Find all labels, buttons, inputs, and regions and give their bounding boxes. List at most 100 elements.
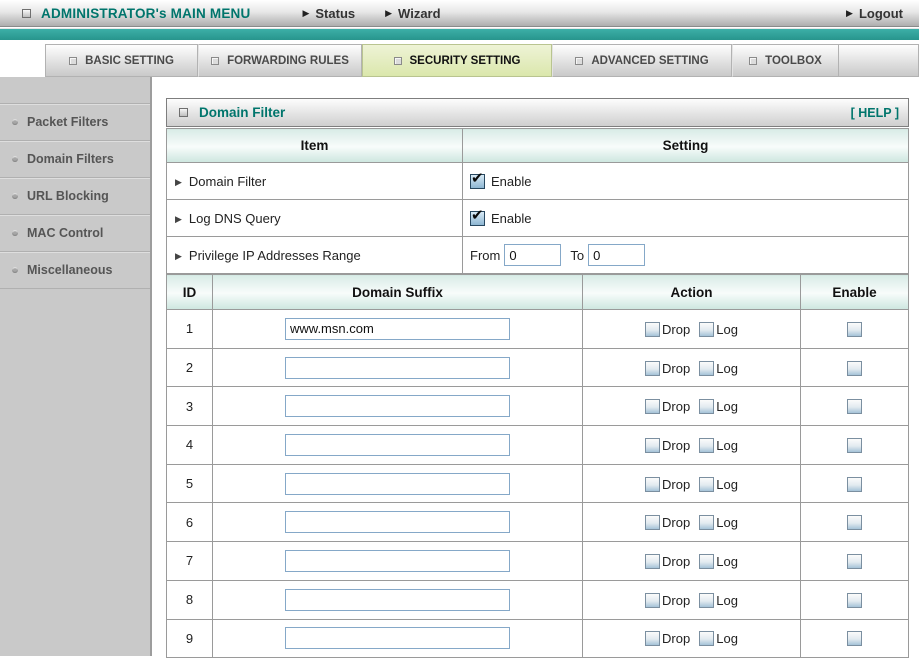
bullet-icon — [12, 193, 18, 199]
row-id: 1 — [166, 309, 213, 349]
sidebar-item-miscellaneous[interactable]: Miscellaneous — [0, 252, 150, 289]
tab-toolbox[interactable]: TOOLBOX — [732, 44, 839, 77]
setting-label: Log DNS Query — [188, 210, 281, 226]
table-row-domain-filter: ▶ Domain Filter Enable — [166, 162, 909, 200]
row-id: 5 — [166, 463, 213, 504]
enable-checkbox[interactable] — [847, 554, 862, 569]
tab-advanced-setting[interactable]: ADVANCED SETTING — [552, 44, 732, 77]
arrow-right-icon: ▶ — [175, 176, 182, 187]
bullet-icon — [12, 156, 18, 162]
privilege-ip-to-input[interactable] — [588, 244, 646, 266]
log-checkbox[interactable] — [699, 631, 715, 647]
enable-checkbox[interactable] — [847, 592, 862, 608]
wizard-menu-item[interactable]: ▶ Wizard — [385, 6, 440, 21]
bullet-icon — [12, 230, 18, 236]
column-header-enable: Enable — [800, 274, 909, 310]
enable-checkbox[interactable] — [847, 360, 862, 376]
drop-checkbox[interactable] — [645, 592, 661, 608]
table-row: 8 Drop Log — [166, 579, 909, 620]
tab-security-setting[interactable]: SECURITY SETTING — [362, 44, 552, 77]
sidebar-item-mac-control[interactable]: MAC Control — [0, 215, 150, 252]
log-checkbox[interactable] — [699, 321, 715, 337]
domain-suffix-input[interactable] — [285, 395, 510, 418]
log-checkbox[interactable] — [699, 554, 715, 569]
log-label: Log — [716, 360, 738, 376]
table-row: 4 Drop Log — [166, 425, 909, 465]
drop-checkbox[interactable] — [645, 399, 661, 415]
log-dns-enable-checkbox[interactable] — [470, 206, 485, 227]
enable-checkbox[interactable] — [847, 399, 862, 415]
domain-suffix-input[interactable] — [285, 511, 510, 534]
tab-label: BASIC SETTING — [85, 54, 174, 67]
domain-suffix-input[interactable] — [285, 627, 510, 650]
table-row: 6 Drop Log — [166, 502, 909, 543]
log-checkbox[interactable] — [699, 592, 715, 608]
bullet-icon — [12, 267, 18, 273]
sidebar: Packet Filters Domain Filters URL Blocki… — [0, 77, 152, 656]
enable-checkbox[interactable] — [847, 631, 862, 647]
drop-label: Drop — [662, 476, 691, 492]
page-title: Domain Filter — [199, 105, 286, 120]
drop-checkbox[interactable] — [645, 631, 661, 647]
tab-basic-setting[interactable]: BASIC SETTING — [45, 44, 198, 77]
domain-suffix-table: ID Domain Suffix Action Enable 1 Drop Log… — [166, 274, 909, 658]
log-checkbox[interactable] — [699, 437, 715, 453]
from-label: From — [470, 247, 501, 263]
drop-checkbox[interactable] — [645, 554, 661, 569]
domain-suffix-input[interactable] — [285, 317, 510, 340]
bullet-icon — [12, 119, 18, 125]
enable-checkbox[interactable] — [847, 515, 862, 531]
tab-forwarding-rules[interactable]: FORWARDING RULES — [198, 44, 362, 77]
status-label: Status — [315, 5, 356, 21]
log-checkbox[interactable] — [699, 476, 715, 492]
wizard-label: Wizard — [398, 5, 441, 21]
domain-suffix-input[interactable] — [285, 588, 510, 611]
enable-checkbox[interactable] — [847, 476, 862, 492]
enable-checkbox[interactable] — [847, 321, 862, 337]
tab-square-icon — [749, 56, 758, 65]
help-link[interactable]: [ HELP ] — [851, 106, 899, 120]
table-row: 7 Drop Log — [166, 541, 909, 581]
drop-checkbox[interactable] — [645, 360, 661, 376]
row-id: 7 — [166, 541, 213, 581]
row-id: 8 — [166, 579, 213, 620]
drop-checkbox[interactable] — [645, 515, 661, 531]
main-tabs: BASIC SETTING FORWARDING RULES SECURITY … — [45, 44, 919, 77]
drop-label: Drop — [662, 592, 691, 608]
drop-checkbox[interactable] — [645, 321, 661, 337]
tab-square-icon — [211, 56, 220, 65]
log-label: Log — [716, 554, 738, 569]
settings-table: Item Setting ▶ Domain Filter Enable ▶ Log … — [166, 128, 909, 274]
enable-checkbox[interactable] — [847, 437, 862, 453]
tab-square-icon — [575, 56, 584, 65]
domain-suffix-input[interactable] — [285, 472, 510, 495]
setting-label: Domain Filter — [188, 173, 267, 189]
sidebar-item-url-blocking[interactable]: URL Blocking — [0, 178, 150, 215]
sidebar-item-packet-filters[interactable]: Packet Filters — [0, 104, 150, 141]
log-checkbox[interactable] — [699, 360, 715, 376]
domain-suffix-input[interactable] — [285, 356, 510, 379]
table-row: 3 Drop Log — [166, 386, 909, 427]
domain-suffix-input[interactable] — [285, 549, 510, 572]
sidebar-item-domain-filters[interactable]: Domain Filters — [0, 141, 150, 178]
sidebar-item-label: Domain Filters — [27, 152, 114, 166]
log-checkbox[interactable] — [699, 399, 715, 415]
domain-suffix-input[interactable] — [285, 433, 510, 456]
tab-square-icon — [69, 56, 78, 65]
table-row-log-dns-query: ▶ Log DNS Query Enable — [166, 199, 909, 237]
column-header-action: Action — [582, 274, 801, 310]
drop-checkbox[interactable] — [645, 437, 661, 453]
teal-divider-band — [0, 28, 919, 40]
domain-filter-enable-checkbox[interactable] — [470, 169, 485, 190]
logout-menu-item[interactable]: ▶ Logout — [846, 6, 903, 21]
privilege-ip-from-input[interactable] — [504, 244, 562, 266]
arrow-right-icon: ▶ — [302, 7, 310, 18]
tab-label: SECURITY SETTING — [409, 54, 521, 67]
status-menu-item[interactable]: ▶ Status — [302, 6, 355, 21]
tab-label: TOOLBOX — [765, 54, 822, 67]
tab-label: ADVANCED SETTING — [591, 54, 709, 67]
row-id: 2 — [166, 347, 213, 388]
log-checkbox[interactable] — [699, 515, 715, 531]
drop-checkbox[interactable] — [645, 476, 661, 492]
logout-label: Logout — [858, 5, 903, 21]
